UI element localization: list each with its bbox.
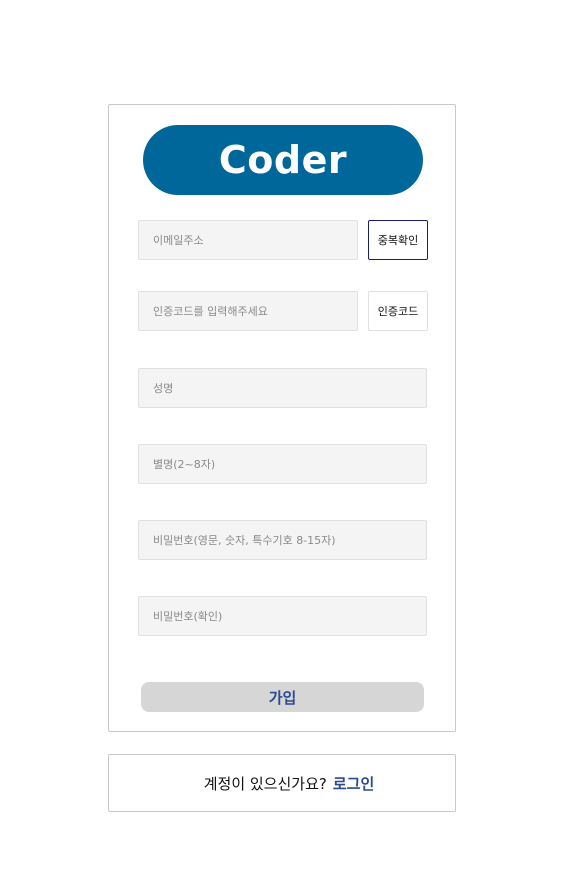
login-prompt-card: 계정이 있으신가요? 로그인 bbox=[108, 754, 456, 812]
verification-code-input[interactable] bbox=[138, 291, 358, 331]
coder-logo: Coder bbox=[143, 125, 423, 195]
signup-button[interactable]: 가입 bbox=[141, 682, 424, 712]
login-link[interactable]: 로그인 bbox=[333, 773, 374, 794]
email-input[interactable] bbox=[138, 220, 358, 260]
verification-code-button[interactable]: 인증코드 bbox=[368, 291, 428, 331]
login-prompt-text: 계정이 있으신가요? bbox=[203, 774, 327, 793]
signup-card: Coder 중복확인 인증코드 가입 bbox=[108, 104, 456, 732]
signup-page: Coder 중복확인 인증코드 가입 계정이 있으신가요? 로그인 bbox=[0, 0, 566, 884]
name-input[interactable] bbox=[138, 368, 427, 408]
password-input[interactable] bbox=[138, 520, 427, 560]
duplicate-check-button[interactable]: 중복확인 bbox=[368, 220, 428, 260]
password-confirm-input[interactable] bbox=[138, 596, 427, 636]
nickname-input[interactable] bbox=[138, 444, 427, 484]
